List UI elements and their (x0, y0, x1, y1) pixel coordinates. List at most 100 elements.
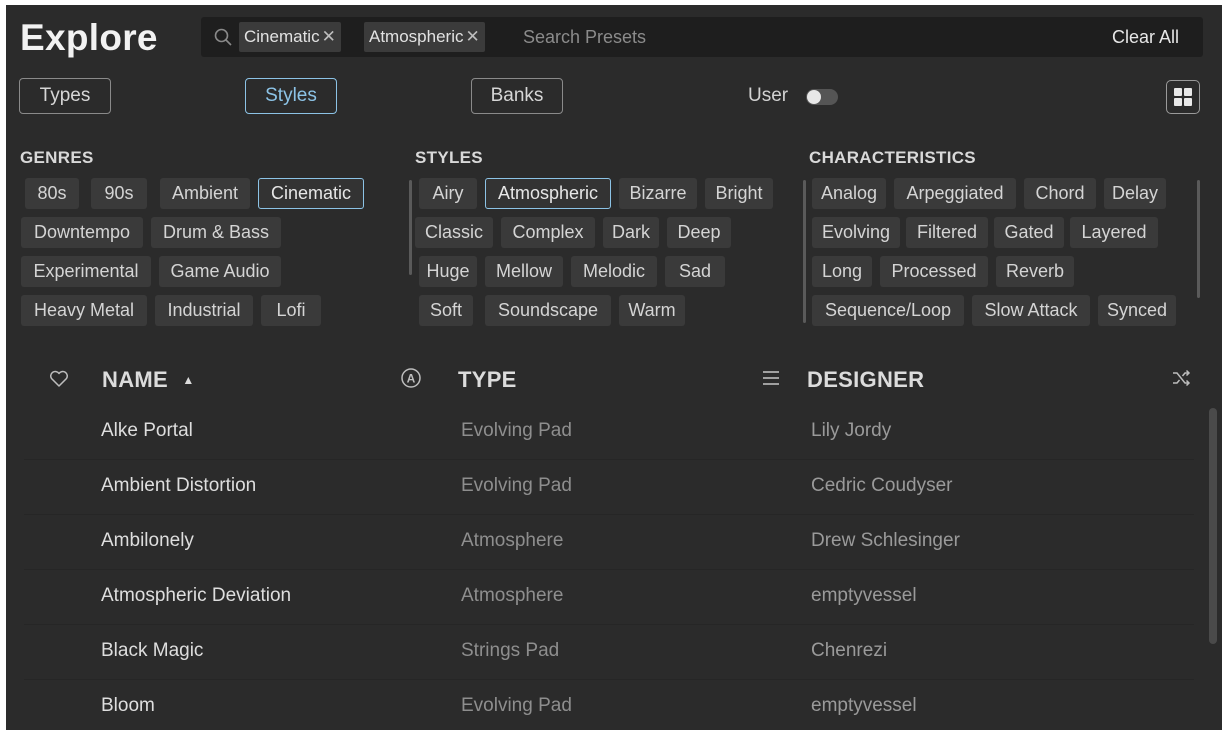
chip-chord[interactable]: Chord (1024, 178, 1096, 209)
column-header-name[interactable]: NAME ▲ (102, 367, 195, 393)
column-header-type[interactable]: TYPE (458, 367, 517, 393)
chip-soft[interactable]: Soft (419, 295, 473, 326)
styles-scrollbar[interactable] (409, 180, 412, 275)
preset-name: Ambient Distortion (101, 475, 257, 496)
tab-styles[interactable]: Styles (245, 78, 337, 114)
styles-heading: STYLES (415, 148, 483, 167)
close-icon[interactable]: ✕ (465, 27, 479, 46)
preset-type: Atmosphere (461, 585, 564, 606)
chip-downtempo[interactable]: Downtempo (21, 217, 143, 248)
preset-type: Strings Pad (461, 640, 560, 661)
chip-filtered[interactable]: Filtered (906, 217, 988, 248)
chip-90s[interactable]: 90s (91, 178, 147, 209)
chip-soundscape[interactable]: Soundscape (485, 295, 611, 326)
chip-sequence-loop[interactable]: Sequence/Loop (812, 295, 964, 326)
column-header-name-label: NAME (102, 367, 168, 392)
preset-designer: Cedric Coudyser (811, 475, 953, 496)
table-row[interactable]: Ambient Distortion Evolving Pad Cedric C… (24, 460, 1194, 515)
table-row[interactable]: Atmospheric Deviation Atmosphere emptyve… (24, 570, 1194, 625)
chip-dark[interactable]: Dark (603, 217, 659, 248)
preset-name: Atmospheric Deviation (101, 585, 292, 606)
heart-icon[interactable] (48, 368, 70, 390)
sort-ascending-icon: ▲ (182, 373, 195, 387)
search-icon (214, 28, 232, 46)
preset-type: Evolving Pad (461, 420, 572, 441)
user-toggle[interactable] (806, 89, 838, 105)
chip-bright[interactable]: Bright (705, 178, 773, 209)
type-filter-icon[interactable]: A (400, 367, 422, 389)
chip-synced[interactable]: Synced (1098, 295, 1176, 326)
chip-mellow[interactable]: Mellow (485, 256, 563, 287)
clear-all-button[interactable]: Clear All (1112, 17, 1179, 57)
genres-heading: GENRES (20, 148, 94, 167)
preset-designer: Chenrezi (811, 640, 888, 661)
chip-80s[interactable]: 80s (25, 178, 79, 209)
table-scrollbar[interactable] (1209, 408, 1217, 644)
chip-game-audio[interactable]: Game Audio (159, 256, 281, 287)
chip-deep[interactable]: Deep (667, 217, 731, 248)
search-bar[interactable]: Cinematic ✕ Atmospheric ✕ Search Presets C… (201, 17, 1203, 57)
filter-tag-label: Cinematic (244, 27, 320, 46)
tab-types[interactable]: Types (19, 78, 111, 114)
search-input[interactable]: Search Presets (523, 17, 646, 57)
chip-bizarre[interactable]: Bizarre (619, 178, 697, 209)
table-row[interactable]: Bloom Evolving Pad emptyvessel (24, 680, 1194, 730)
shuffle-icon[interactable] (1170, 367, 1192, 389)
preset-name: Bloom (101, 695, 155, 716)
filter-tag-atmospheric: Atmospheric ✕ (364, 22, 485, 52)
chip-classic[interactable]: Classic (415, 217, 493, 248)
table-row[interactable]: Ambilonely Atmosphere Drew Schlesinger (24, 515, 1194, 570)
characteristics-heading: CHARACTERISTICS (809, 148, 976, 167)
toggle-knob (807, 90, 821, 104)
close-icon[interactable]: ✕ (322, 27, 336, 46)
characteristics-scrollbar[interactable] (1197, 180, 1200, 298)
tab-banks[interactable]: Banks (471, 78, 563, 114)
chip-lofi[interactable]: Lofi (261, 295, 321, 326)
chip-industrial[interactable]: Industrial (155, 295, 253, 326)
chip-delay[interactable]: Delay (1104, 178, 1166, 209)
preset-name: Ambilonely (101, 530, 194, 551)
preset-name: Black Magic (101, 640, 204, 661)
filter-tag-cinematic: Cinematic ✕ (239, 22, 341, 52)
table-row[interactable]: Alke Portal Evolving Pad Lily Jordy (24, 405, 1194, 460)
column-header-designer[interactable]: DESIGNER (807, 367, 924, 393)
table-row[interactable]: Black Magic Strings Pad Chenrezi (24, 625, 1194, 680)
chip-drum-and-bass[interactable]: Drum & Bass (151, 217, 281, 248)
chip-evolving[interactable]: Evolving (812, 217, 900, 248)
chip-melodic[interactable]: Melodic (571, 256, 657, 287)
explore-panel: Explore Cinematic ✕ Atmospheric ✕ Search P… (6, 5, 1222, 730)
chip-atmospheric[interactable]: Atmospheric (485, 178, 611, 209)
chip-ambient[interactable]: Ambient (160, 178, 250, 209)
chip-warm[interactable]: Warm (619, 295, 685, 326)
chip-airy[interactable]: Airy (419, 178, 477, 209)
preset-designer: emptyvessel (811, 695, 917, 716)
user-toggle-label: User (748, 85, 789, 106)
preset-designer: Drew Schlesinger (811, 530, 960, 551)
chip-gated[interactable]: Gated (994, 217, 1064, 248)
filter-tag-label: Atmospheric (369, 27, 464, 46)
chip-long[interactable]: Long (812, 256, 872, 287)
chip-processed[interactable]: Processed (880, 256, 988, 287)
page-title: Explore (20, 17, 158, 58)
chip-arpeggiated[interactable]: Arpeggiated (894, 178, 1016, 209)
chip-cinematic[interactable]: Cinematic (258, 178, 364, 209)
preset-designer: emptyvessel (811, 585, 917, 606)
preset-type: Evolving Pad (461, 695, 572, 716)
preset-designer: Lily Jordy (811, 420, 892, 441)
chip-experimental[interactable]: Experimental (21, 256, 151, 287)
chip-reverb[interactable]: Reverb (996, 256, 1074, 287)
chip-complex[interactable]: Complex (501, 217, 595, 248)
chip-analog[interactable]: Analog (812, 178, 886, 209)
list-icon[interactable] (760, 367, 782, 389)
preset-type: Evolving Pad (461, 475, 572, 496)
preset-name: Alke Portal (101, 420, 193, 441)
chip-sad[interactable]: Sad (665, 256, 725, 287)
chip-layered[interactable]: Layered (1070, 217, 1158, 248)
chip-slow-attack[interactable]: Slow Attack (972, 295, 1090, 326)
grid-view-button[interactable] (1166, 80, 1200, 114)
svg-text:A: A (407, 372, 416, 386)
preset-type: Atmosphere (461, 530, 564, 551)
chip-huge[interactable]: Huge (419, 256, 477, 287)
characteristics-left-rule (803, 180, 806, 323)
chip-heavy-metal[interactable]: Heavy Metal (21, 295, 147, 326)
